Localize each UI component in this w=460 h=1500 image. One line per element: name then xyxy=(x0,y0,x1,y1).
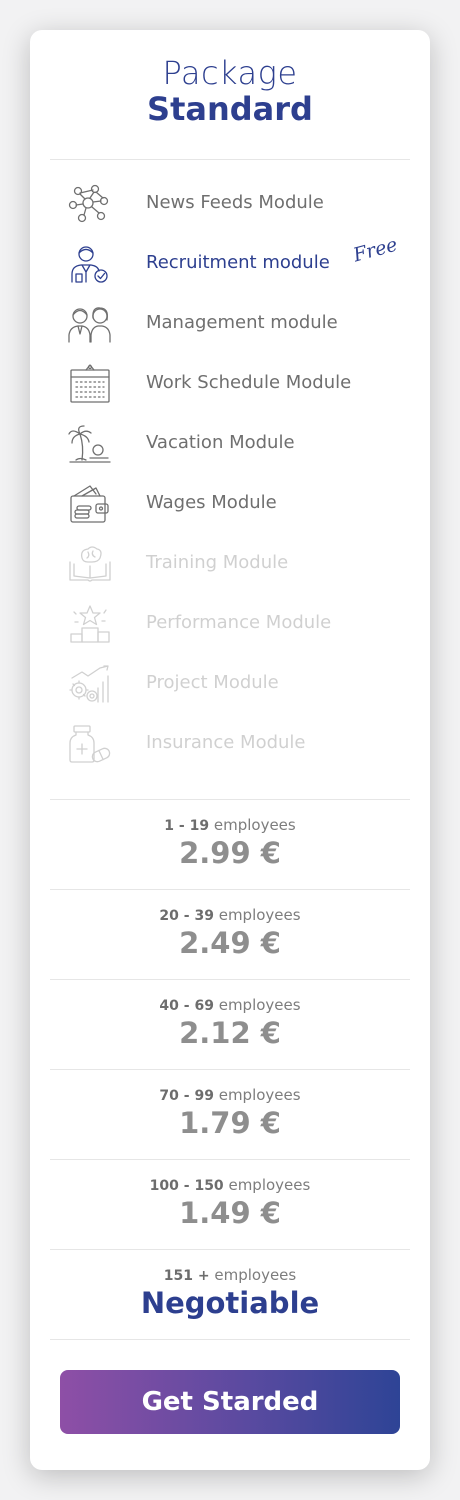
module-item-work-schedule: Work Schedule Module xyxy=(30,354,430,414)
tier-price: 2.12 € xyxy=(179,1016,281,1050)
module-label: Vacation Module xyxy=(146,432,295,453)
tier-price: 1.49 € xyxy=(179,1196,281,1230)
tier-range: 100 - 150 employees xyxy=(149,1176,311,1194)
tier-price: 1.79 € xyxy=(179,1106,281,1140)
module-item-recruitment: Recruitment module Free xyxy=(30,234,430,294)
module-label: Recruitment module xyxy=(146,252,330,273)
module-item-performance: Performance Module xyxy=(30,594,430,654)
tier-range: 1 - 19 employees xyxy=(164,816,296,834)
module-item-wages: Wages Module xyxy=(30,474,430,534)
tier-range: 151 + employees xyxy=(163,1266,297,1284)
price-tier: 1 - 19 employees 2.99 € xyxy=(30,800,430,890)
tier-range: 40 - 69 employees xyxy=(159,996,301,1014)
divider xyxy=(50,1339,410,1340)
calendar-icon xyxy=(68,364,112,404)
wallet-money-icon xyxy=(68,484,112,524)
module-label: News Feeds Module xyxy=(146,192,324,213)
book-brain-icon xyxy=(68,544,112,584)
module-item-news-feeds: News Feeds Module xyxy=(30,174,430,234)
module-label: Management module xyxy=(146,312,338,333)
module-label: Training Module xyxy=(146,552,289,573)
tier-price: 2.49 € xyxy=(179,926,281,960)
module-item-management: Management module xyxy=(30,294,430,354)
tier-price: 2.99 € xyxy=(179,836,281,870)
package-title: Package xyxy=(162,54,298,92)
recruiter-icon xyxy=(68,244,112,284)
module-item-training: Training Module xyxy=(30,534,430,594)
price-tier: 40 - 69 employees 2.12 € xyxy=(30,980,430,1070)
module-label: Work Schedule Module xyxy=(146,372,352,393)
podium-star-icon xyxy=(68,604,112,644)
module-item-project: Project Module xyxy=(30,654,430,714)
palm-beach-icon xyxy=(68,424,112,464)
gears-chart-icon xyxy=(68,664,112,704)
tier-price: Negotiable xyxy=(140,1286,320,1320)
divider xyxy=(50,159,410,160)
free-badge: Free xyxy=(350,233,400,267)
module-label: Performance Module xyxy=(146,612,332,633)
module-item-vacation: Vacation Module xyxy=(30,414,430,474)
price-tier: 100 - 150 employees 1.49 € xyxy=(30,1160,430,1250)
package-name: Standard xyxy=(147,90,313,128)
pricing-card: Package Standard News Feeds Module Recru… xyxy=(30,30,430,1470)
tier-range: 20 - 39 employees xyxy=(159,906,301,924)
network-nodes-icon xyxy=(68,184,112,224)
module-item-insurance: Insurance Module xyxy=(30,714,430,774)
tier-range: 70 - 99 employees xyxy=(159,1086,301,1104)
module-label: Wages Module xyxy=(146,492,277,513)
price-tier: 20 - 39 employees 2.49 € xyxy=(30,890,430,980)
medicine-icon xyxy=(68,724,112,764)
module-label: Insurance Module xyxy=(146,732,306,753)
module-label: Project Module xyxy=(146,672,279,693)
get-started-button[interactable]: Get Starded xyxy=(60,1370,400,1434)
price-tier: 151 + employees Negotiable xyxy=(30,1250,430,1340)
team-people-icon xyxy=(68,304,112,344)
price-tier: 70 - 99 employees 1.79 € xyxy=(30,1070,430,1160)
